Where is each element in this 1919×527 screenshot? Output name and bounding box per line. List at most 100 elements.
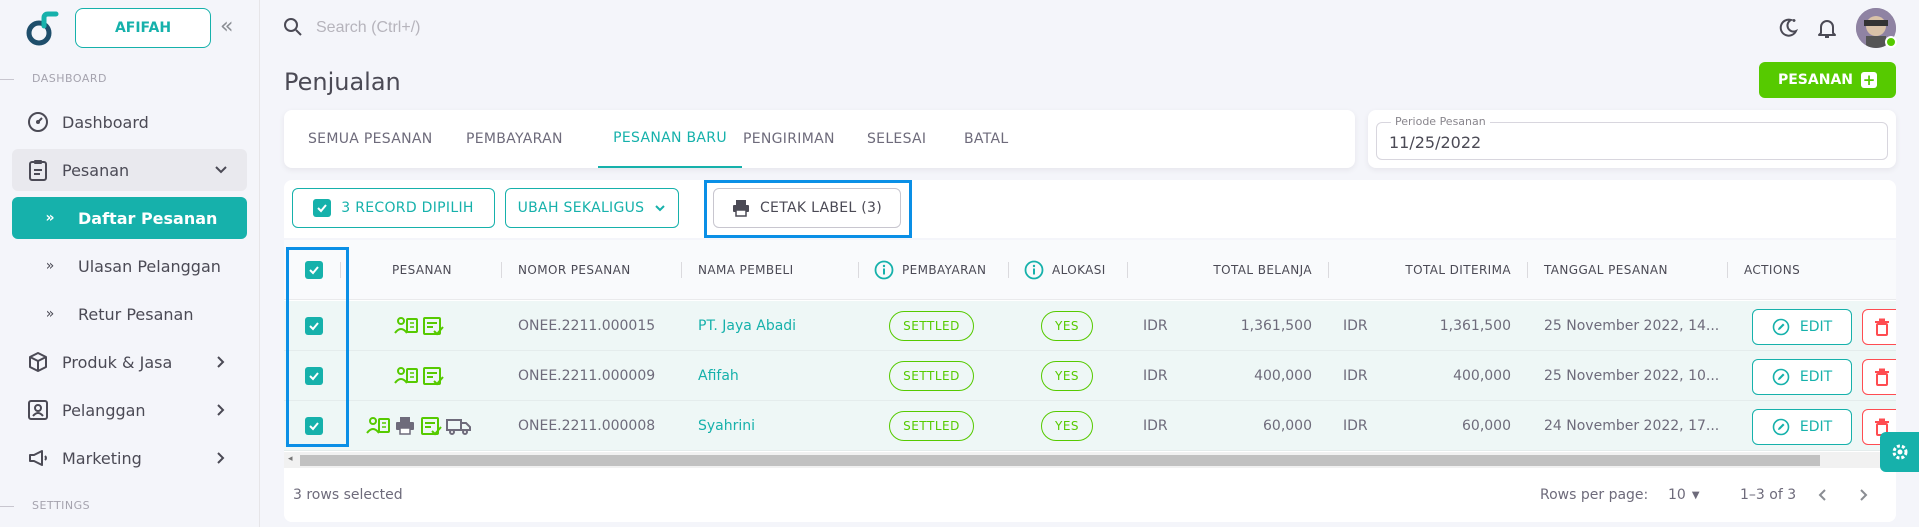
checkbox-checked-icon [305,367,323,385]
checklist-icon[interactable] [422,366,444,386]
contact-card-icon [26,398,50,422]
checklist-icon[interactable] [422,316,444,336]
sidebar-item-pesanan[interactable]: Pesanan [12,149,247,191]
shop-switch-button[interactable]: AFIFAH [75,8,211,48]
status-badge: YES [1041,361,1093,391]
sidebar-item-label: Dashboard [62,112,149,132]
select-all-checkbox[interactable] [305,240,323,300]
printer-icon[interactable] [394,416,416,436]
rows-per-page-select[interactable]: 10 ▼ [1668,487,1700,505]
clipboard-icon [26,158,50,182]
row-checkbox[interactable] [305,351,323,401]
header-nomor[interactable]: NOMOR PESANAN [518,240,631,300]
dark-mode-icon[interactable] [1776,16,1800,40]
print-label-button[interactable]: CETAK LABEL (3) [713,188,901,228]
sidebar-item-daftar-pesanan[interactable]: » Daftar Pesanan [12,197,247,239]
next-page-icon[interactable] [1854,486,1872,504]
header-alokasi[interactable]: ALOKASI [1024,240,1106,300]
period-date-field[interactable]: Periode Pesanan 11/25/2022 [1376,115,1888,160]
rows-per-page-label: Rows per page: [1540,487,1649,503]
period-label: Periode Pesanan [1391,115,1490,128]
gear-icon [1892,444,1907,460]
header-tanggal[interactable]: TANGGAL PESANAN [1544,240,1668,300]
table-row[interactable]: ONEE.2211.000009 Afifah SETTLED YES IDR … [284,351,1896,401]
horizontal-scrollbar[interactable]: ◂ [284,452,1896,468]
sidebar-item-label: Pelanggan [62,400,146,420]
row-checkbox[interactable] [305,401,323,451]
scroll-left-icon[interactable]: ◂ [288,454,293,464]
header-nama[interactable]: NAMA PEMBELI [698,240,794,300]
sidebar-item-label: Produk & Jasa [62,352,173,372]
edit-button[interactable]: EDIT [1752,309,1852,345]
sidebar-item-marketing[interactable]: Marketing [12,437,247,479]
online-status-dot [1885,36,1897,48]
search-input[interactable] [316,16,616,40]
sidebar-item-dashboard[interactable]: Dashboard [12,101,247,143]
section-settings: SETTINGS [0,497,260,517]
payment-icon[interactable] [366,416,390,436]
checkbox-checked-icon [305,261,323,279]
total-belanja: 60,000 [1263,418,1312,434]
selected-records-button[interactable]: 3 RECORD DIPILIH [292,188,495,228]
search-icon [284,18,302,36]
tab-semua-pesanan[interactable]: SEMUA PESANAN [308,110,433,168]
tab-selesai[interactable]: SELESAI [867,110,926,168]
collapse-sidebar-icon[interactable]: « [220,16,244,40]
bulk-edit-button[interactable]: UBAH SEKALIGUS [505,188,679,228]
truck-icon[interactable] [446,416,472,436]
bell-icon[interactable] [1815,16,1839,40]
period-value: 11/25/2022 [1389,133,1482,152]
header-pesanan[interactable]: PESANAN [392,240,452,300]
delete-button[interactable] [1862,359,1896,395]
order-status-icons [394,301,446,351]
row-checkbox[interactable] [305,301,323,351]
payment-icon[interactable] [394,316,418,336]
bullet-icon: » [45,258,55,274]
table-row[interactable]: ONEE.2211.000008 Syahrini SETTLED YES ID… [284,401,1896,451]
checkbox-checked-icon [305,317,323,335]
allocation-status: YES [1041,301,1093,351]
add-pesanan-button[interactable]: PESANAN + [1759,62,1896,98]
total-belanja: 400,000 [1254,368,1312,384]
brand-logo-icon[interactable] [22,8,62,48]
table-row[interactable]: ONEE.2211.000015 PT. Jaya Abadi SETTLED … [284,301,1896,351]
total-belanja: 1,361,500 [1240,318,1312,334]
order-number: ONEE.2211.000008 [518,418,656,434]
tab-pengiriman[interactable]: PENGIRIMAN [743,110,835,168]
box-icon [26,350,50,374]
delete-button[interactable] [1862,309,1896,345]
scrollbar-thumb[interactable] [300,455,1820,466]
payment-icon[interactable] [394,366,418,386]
settings-gear-button[interactable] [1880,432,1919,472]
checklist-icon[interactable] [420,416,442,436]
orders-table: PESANAN NOMOR PESANAN NAMA PEMBELI PEMBA… [284,240,1896,522]
buyer-name[interactable]: Syahrini [698,401,755,451]
sidebar-item-retur[interactable]: » Retur Pesanan [12,293,247,335]
prev-page-icon[interactable] [1814,486,1832,504]
sidebar-item-ulasan[interactable]: » Ulasan Pelanggan [12,245,247,287]
header-pembayaran[interactable]: PEMBAYARAN [874,240,986,300]
order-date: 24 November 2022, 17... [1544,418,1720,434]
checkbox-checked-icon [305,417,323,435]
tab-pesanan-baru[interactable]: PESANAN BARU [598,110,742,168]
section-dashboard: DASHBOARD [0,70,260,90]
edit-icon [1772,318,1790,336]
sidebar-item-pelanggan[interactable]: Pelanggan [12,389,247,431]
tab-pembayaran[interactable]: PEMBAYARAN [466,110,563,168]
sidebar-item-label: Pesanan [62,160,130,180]
tab-batal[interactable]: BATAL [964,110,1008,168]
gauge-icon [26,110,50,134]
caret-down-icon: ▼ [1691,490,1700,501]
edit-button[interactable]: EDIT [1752,359,1852,395]
order-number: ONEE.2211.000009 [518,368,656,384]
buyer-name[interactable]: Afifah [698,351,739,401]
currency: IDR [1343,418,1368,434]
buyer-name[interactable]: PT. Jaya Abadi [698,301,796,351]
header-total-diterima[interactable]: TOTAL DITERIMA [1344,240,1511,300]
header-total-belanja[interactable]: TOTAL BELANJA [1144,240,1312,300]
edit-button[interactable]: EDIT [1752,409,1852,445]
chevron-right-icon [217,356,225,368]
currency: IDR [1143,418,1168,434]
sidebar-item-produk[interactable]: Produk & Jasa [12,341,247,383]
sidebar-item-label: Marketing [62,448,142,468]
